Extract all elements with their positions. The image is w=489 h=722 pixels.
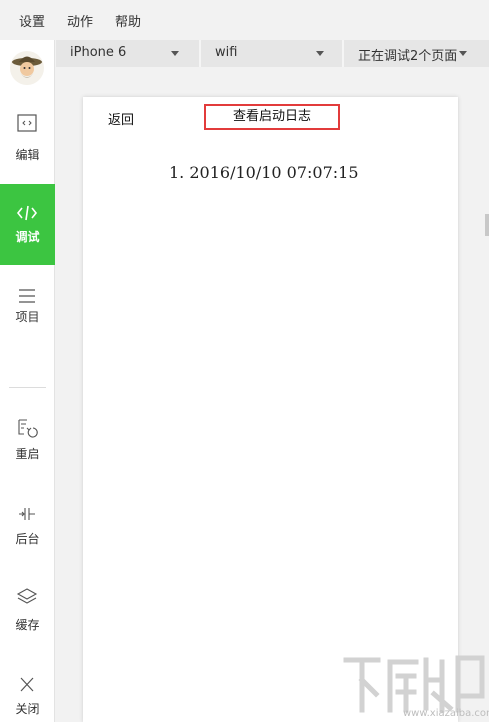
avatar[interactable] (9, 50, 45, 86)
sidebar-item-cache[interactable]: 缓存 (0, 574, 55, 654)
menu-help[interactable]: 帮助 (115, 11, 141, 30)
sidebar-item-close[interactable]: 关闭 (0, 662, 55, 722)
sidebar-item-label: 缓存 (15, 618, 40, 632)
sidebar-item-label: 关闭 (15, 702, 40, 716)
sidebar-item-label: 调试 (15, 230, 40, 244)
sidebar-item-label: 后台 (15, 532, 40, 546)
menu-settings[interactable]: 设置 (19, 11, 45, 30)
sidebar-item-project[interactable]: 项目 (0, 268, 55, 348)
sidebar-item-edit[interactable]: 编辑 (0, 97, 55, 177)
restart-icon (18, 419, 38, 438)
sidebar-item-label: 编辑 (15, 148, 40, 162)
toolbar: iPhone 6 wifi 正在调试2个页面 (56, 40, 489, 67)
watermark-url: www.xiazaiba.com (403, 708, 489, 719)
device-select[interactable]: iPhone 6 (56, 40, 199, 67)
log-entry: 1. 2016/10/10 07:07:15 (169, 163, 359, 182)
sidebar-item-debug[interactable]: 调试 (0, 184, 55, 265)
network-select-value: wifi (215, 45, 238, 60)
debug-pages-value: 正在调试2个页面 (358, 49, 458, 64)
background-icon (19, 508, 35, 520)
close-icon (20, 677, 34, 692)
layers-icon (16, 588, 38, 604)
debug-pages-select[interactable]: 正在调试2个页面 (344, 40, 489, 67)
code-icon (17, 114, 37, 132)
chevron-down-icon (316, 51, 324, 56)
menu-icon (19, 289, 35, 303)
network-select[interactable]: wifi (201, 40, 342, 67)
sidebar-item-label: 重启 (15, 447, 40, 461)
sidebar-item-background[interactable]: 后台 (0, 488, 55, 568)
sidebar-item-label: 项目 (15, 310, 40, 324)
menu-actions[interactable]: 动作 (67, 11, 93, 30)
chevron-down-icon (459, 51, 467, 56)
sidebar-item-restart[interactable]: 重启 (0, 402, 55, 482)
back-button[interactable]: 返回 (108, 109, 134, 128)
sidebar-divider (9, 387, 46, 388)
scrollbar[interactable] (485, 214, 489, 236)
menu-bar: 设置 动作 帮助 (0, 0, 489, 40)
device-select-value: iPhone 6 (70, 45, 127, 60)
chevron-down-icon (171, 51, 179, 56)
debug-icon (16, 205, 38, 221)
simulator-screen: 返回 查看启动日志 1. 2016/10/10 07:07:15 (83, 97, 458, 722)
view-launch-log-button[interactable]: 查看启动日志 (204, 104, 340, 130)
sidebar: 编辑 调试 项目 重启 后台 缓存 关闭 (0, 40, 55, 722)
